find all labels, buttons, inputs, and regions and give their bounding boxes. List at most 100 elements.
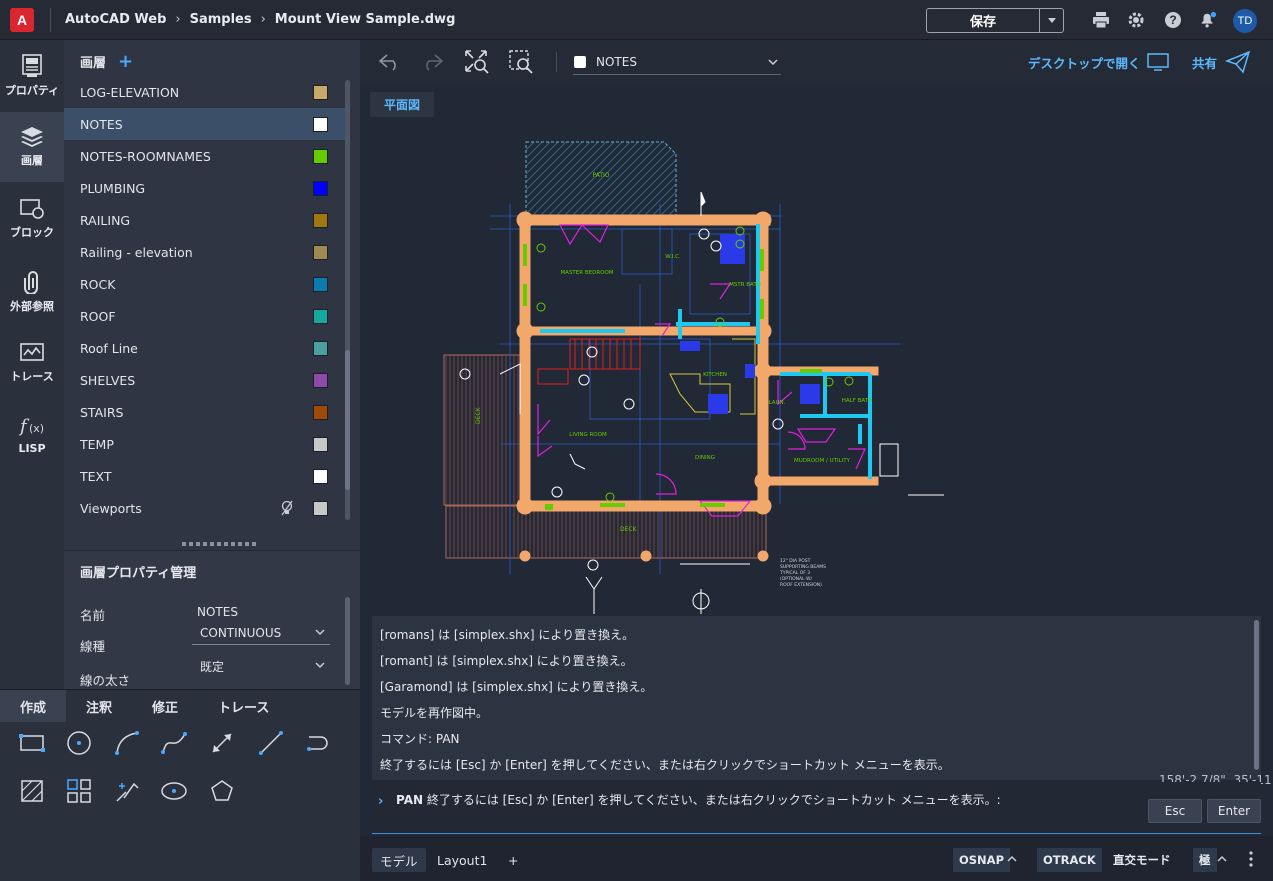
tab-modify[interactable]: 修正 — [132, 690, 198, 722]
help-icon[interactable]: ? — [1164, 11, 1182, 29]
layer-row[interactable]: SHELVES — [64, 364, 350, 396]
layer-row[interactable]: Railing - elevation — [64, 236, 350, 268]
save-button[interactable]: 保存 — [927, 9, 1039, 32]
layer-row[interactable]: NOTES — [64, 108, 350, 140]
linetype-select[interactable]: CONTINUOUS — [192, 621, 330, 645]
layer-color-swatch[interactable] — [313, 213, 328, 228]
nav-layers[interactable]: 画層 — [0, 112, 64, 182]
save-menu-button[interactable] — [1039, 9, 1063, 32]
layer-row[interactable]: TEMP — [64, 428, 350, 460]
otrack-toggle[interactable]: OTRACK — [1037, 848, 1102, 872]
point-tool-icon[interactable] — [112, 776, 142, 806]
polyline-tool-icon[interactable] — [303, 728, 333, 758]
array-tool-icon[interactable] — [64, 776, 94, 806]
add-layer-button[interactable]: + — [118, 52, 133, 70]
chevron-up-icon[interactable] — [1216, 854, 1228, 864]
ortho-toggle[interactable]: 直交モード — [1107, 848, 1177, 872]
breadcrumb-app[interactable]: AutoCAD Web — [65, 12, 166, 27]
lightbulb-off-icon[interactable] — [281, 500, 293, 519]
drawing-label-deck-bottom: DECK — [620, 526, 638, 533]
autocad-logo[interactable]: A — [10, 7, 34, 32]
tab-model[interactable]: モデル — [372, 848, 426, 872]
monitor-icon[interactable] — [1145, 49, 1171, 75]
bell-icon[interactable] — [1199, 11, 1217, 29]
polygon-tool-icon[interactable] — [207, 776, 237, 806]
redo-icon[interactable] — [419, 49, 445, 75]
breadcrumb-folder[interactable]: Samples — [190, 12, 252, 27]
properties-scrollbar[interactable] — [345, 597, 350, 685]
layer-row[interactable]: PLUMBING — [64, 172, 350, 204]
layer-color-swatch[interactable] — [313, 469, 328, 484]
zoom-extents-icon[interactable] — [464, 49, 490, 75]
command-prompt[interactable]: › PAN 終了するには [Esc] か [Enter] を押してください、また… — [372, 782, 1261, 834]
spline-tool-icon[interactable] — [159, 728, 189, 758]
layer-color-swatch[interactable] — [313, 85, 328, 100]
chevron-down-icon — [768, 59, 778, 66]
nav-properties[interactable]: プロパティ — [0, 40, 64, 110]
layers-scroll-thumb[interactable] — [345, 350, 350, 490]
layer-dropdown[interactable]: NOTES — [573, 49, 781, 75]
command-history-scrollbar[interactable] — [1254, 620, 1259, 770]
command-history-line: モデルを再作図中。 — [380, 706, 489, 720]
layer-row[interactable]: Roof Line — [64, 332, 350, 364]
undo-icon[interactable] — [377, 49, 403, 75]
dimension-tool-icon[interactable] — [207, 728, 237, 758]
layer-row[interactable]: STAIRS — [64, 396, 350, 428]
more-vertical-icon[interactable] — [1248, 851, 1254, 867]
layer-name: NOTES — [80, 116, 123, 132]
rectangle-tool-icon[interactable] — [17, 728, 47, 758]
layer-color-swatch[interactable] — [313, 181, 328, 196]
layer-color-swatch[interactable] — [313, 149, 328, 164]
ellipse-tool-icon[interactable] — [159, 776, 189, 806]
circle-tool-icon[interactable] — [64, 728, 94, 758]
add-layout-button[interactable]: + — [500, 848, 526, 872]
layer-row[interactable]: Viewports — [64, 492, 350, 524]
tab-layout1[interactable]: Layout1 — [429, 848, 495, 872]
xref-icon — [24, 271, 38, 294]
layer-color-swatch[interactable] — [313, 341, 328, 356]
drawing-label-living: LIVING ROOM — [569, 432, 607, 438]
chevron-up-icon[interactable] — [1006, 854, 1018, 864]
layer-row[interactable]: NOTES-ROOMNAMES — [64, 140, 350, 172]
layer-color-swatch[interactable] — [313, 277, 328, 292]
layer-row[interactable]: TEXT — [64, 460, 350, 492]
layer-row[interactable]: LOG-ELEVATION — [64, 76, 350, 108]
layer-color-swatch[interactable] — [313, 117, 328, 132]
layer-properties-title: 画層プロパティ管理 — [80, 566, 197, 581]
nav-trace[interactable]: トレース — [0, 328, 64, 398]
panel-splitter[interactable] — [182, 542, 256, 546]
tab-annotate[interactable]: 注釈 — [66, 690, 132, 722]
polar-toggle[interactable]: 極 — [1193, 848, 1217, 872]
layer-color-swatch[interactable] — [313, 405, 328, 420]
open-in-desktop-link[interactable]: デスクトップで開く — [1028, 53, 1141, 72]
layer-color-swatch[interactable] — [313, 309, 328, 324]
layer-row[interactable]: RAILING — [64, 204, 350, 236]
layers-icon — [21, 127, 43, 147]
zoom-window-icon[interactable] — [508, 49, 534, 75]
hatch-tool-icon[interactable] — [17, 776, 47, 806]
layer-row[interactable]: ROOF — [64, 300, 350, 332]
nav-xref[interactable]: 外部参照 — [0, 256, 64, 326]
tab-trace[interactable]: トレース — [198, 690, 289, 722]
print-icon[interactable] — [1092, 11, 1110, 29]
send-icon[interactable] — [1225, 49, 1251, 75]
layer-color-swatch[interactable] — [313, 501, 328, 516]
drawing-label-mudroom: MUDROOM / UTILITY — [794, 458, 851, 464]
avatar[interactable]: TD — [1233, 9, 1257, 33]
layer-row[interactable]: ROCK — [64, 268, 350, 300]
layer-color-swatch[interactable] — [313, 373, 328, 388]
share-link[interactable]: 共有 — [1192, 53, 1217, 72]
lineweight-select[interactable]: 既定 — [192, 654, 330, 678]
gear-icon[interactable] — [1127, 11, 1145, 29]
enter-button[interactable]: Enter — [1207, 799, 1261, 823]
nav-lisp[interactable]: f (x) LISP — [0, 400, 64, 470]
osnap-toggle[interactable]: OSNAP — [953, 848, 1011, 872]
arc-tool-icon[interactable] — [112, 728, 142, 758]
layer-color-swatch[interactable] — [313, 437, 328, 452]
tab-plan-view[interactable]: 平面図 — [370, 92, 435, 117]
layer-color-swatch[interactable] — [313, 245, 328, 260]
line-tool-icon[interactable] — [256, 728, 286, 758]
nav-block[interactable]: ブロック — [0, 184, 64, 254]
esc-button[interactable]: Esc — [1148, 799, 1202, 823]
tab-create[interactable]: 作成 — [0, 690, 67, 722]
